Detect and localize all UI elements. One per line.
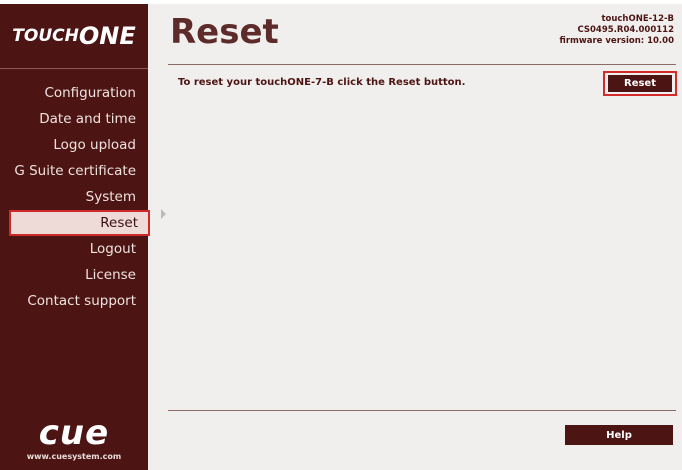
sidebar-divider [0,68,148,69]
reset-instruction: To reset your touchONE-7-B click the Res… [178,77,466,88]
help-button[interactable]: Help [565,425,673,445]
sidebar-item-logo-upload[interactable]: Logo upload [0,132,148,158]
active-indicator-arrow-icon [161,209,166,219]
sidebar-nav: Configuration Date and time Logo upload … [0,80,150,314]
sidebar: TOUCH ONE Configuration Date and time Log… [0,4,150,470]
firmware-version: firmware version: 10.00 [559,36,674,46]
device-serial: CS0495.R04.000112 [577,25,675,35]
sidebar-item-date-and-time[interactable]: Date and time [0,106,148,132]
sidebar-item-reset[interactable]: Reset [9,210,150,236]
sidebar-item-g-suite-certificate[interactable]: G Suite certificate [0,158,148,184]
reset-button-highlight: Reset [603,71,677,96]
touchone-logo: TOUCH ONE [12,22,136,50]
reset-button[interactable]: Reset [608,75,672,92]
page-title: Reset [170,12,279,52]
device-info: touchONE-12-B CS0495.R04.000112 firmware… [560,14,674,47]
sidebar-item-contact-support[interactable]: Contact support [0,288,148,314]
cue-logo: cue www.cuesystem.com [0,416,148,461]
sidebar-item-system[interactable]: System [0,184,148,210]
cue-logo-mark: cue [38,413,110,453]
header-divider [168,64,676,65]
footer-divider [168,410,676,411]
sidebar-item-configuration[interactable]: Configuration [0,80,148,106]
sidebar-item-license[interactable]: License [0,262,148,288]
cue-url: www.cuesystem.com [26,452,122,461]
sidebar-item-logout[interactable]: Logout [0,236,148,262]
device-name: touchONE-12-B [601,14,674,24]
